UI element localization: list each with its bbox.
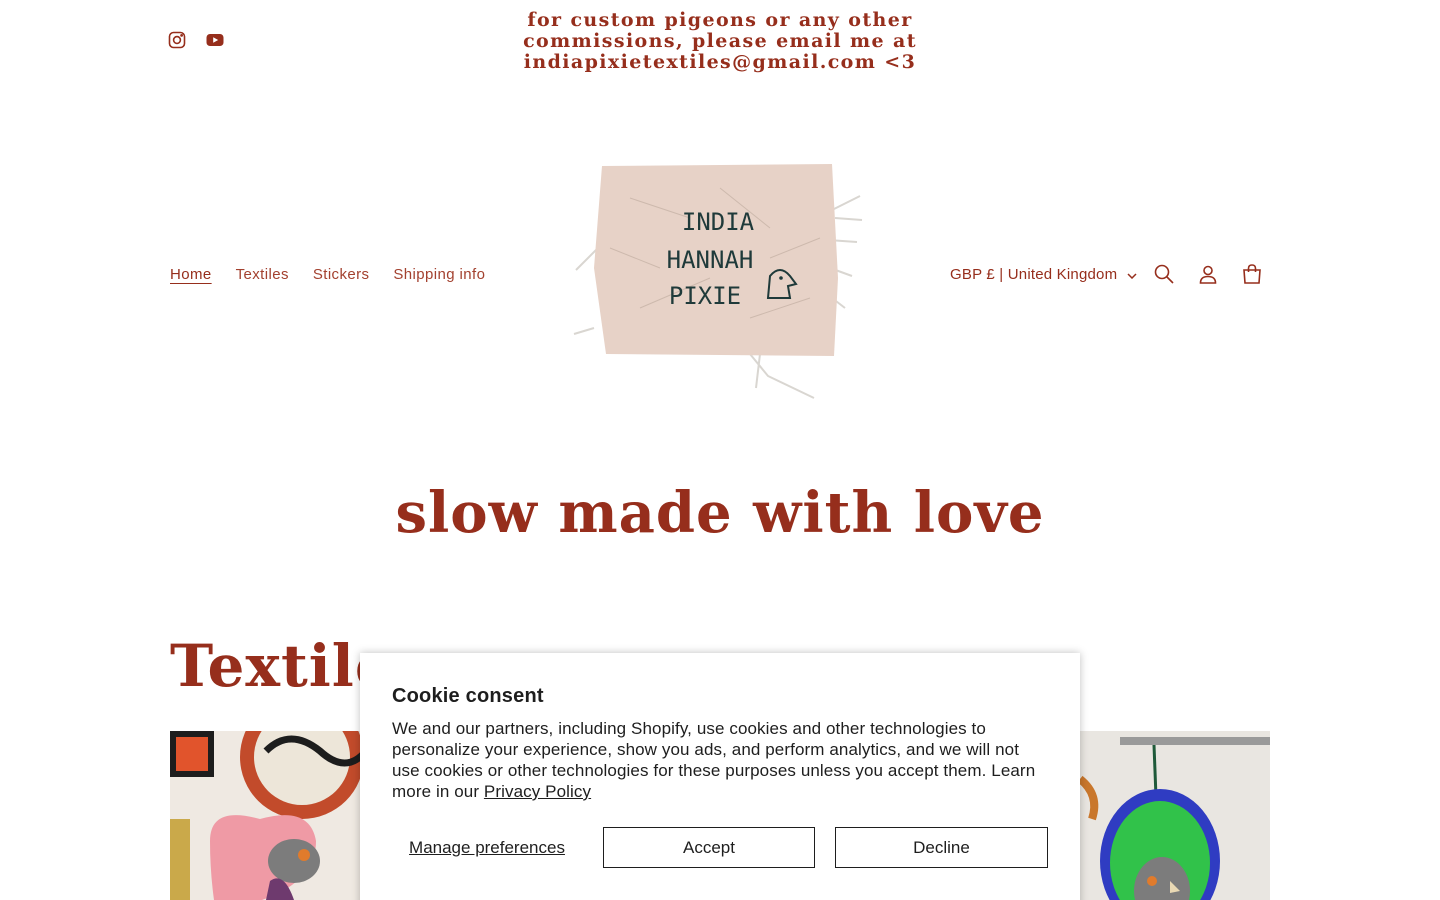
product-image-pigeon-green[interactable] xyxy=(1070,731,1270,900)
site-header: Home Textiles Stickers Shipping info IND… xyxy=(0,86,1440,446)
chevron-down-icon xyxy=(1127,266,1137,283)
cookie-title: Cookie consent xyxy=(392,685,544,707)
cookie-body: We and our partners, including Shopify, … xyxy=(392,718,1048,802)
main-nav: Home Textiles Stickers Shipping info xyxy=(170,266,509,283)
cart-icon[interactable] xyxy=(1240,262,1264,286)
decline-button[interactable]: Decline xyxy=(835,827,1048,868)
youtube-icon[interactable] xyxy=(205,30,225,50)
logo-line-2: HANNAH xyxy=(667,246,754,274)
privacy-policy-link[interactable]: Privacy Policy xyxy=(484,782,591,801)
cookie-consent-dialog: Cookie consent We and our partners, incl… xyxy=(360,653,1080,900)
cookie-buttons: Manage preferences Accept Decline xyxy=(392,827,1048,868)
nav-item-stickers[interactable]: Stickers xyxy=(313,266,370,283)
nav-item-textiles[interactable]: Textiles xyxy=(236,266,289,283)
site-logo[interactable]: INDIA HANNAH PIXIE xyxy=(570,158,870,403)
account-icon[interactable] xyxy=(1196,262,1220,286)
instagram-icon[interactable] xyxy=(167,30,187,50)
logo-line-1: INDIA xyxy=(682,208,755,236)
search-icon[interactable] xyxy=(1152,262,1176,286)
country-selector-label: GBP £ | United Kingdom xyxy=(950,266,1118,283)
announcement-text: for custom pigeons or any other commissi… xyxy=(523,9,917,73)
announcement-bar: for custom pigeons or any other commissi… xyxy=(0,0,1440,86)
nav-item-shipping-info[interactable]: Shipping info xyxy=(393,266,485,283)
country-selector[interactable]: GBP £ | United Kingdom xyxy=(950,266,1137,283)
hero-title: slow made with love xyxy=(395,480,1045,546)
product-image-pigeon-heart[interactable] xyxy=(170,731,370,900)
manage-preferences-button[interactable]: Manage preferences xyxy=(392,827,582,868)
logo-line-3: PIXIE xyxy=(669,282,741,310)
nav-item-home[interactable]: Home xyxy=(170,266,212,283)
accept-button[interactable]: Accept xyxy=(603,827,815,868)
